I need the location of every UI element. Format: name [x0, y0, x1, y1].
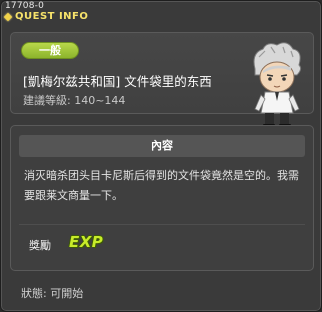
quest-description: 消灭暗杀团头目卡尼斯后得到的文件袋竟然是空的。我需要跟莱文商量一下。 — [24, 169, 299, 202]
quest-info-window: 17708-0 QUEST INFO 一般 [凱梅尔兹共和国] 文件袋里的东西 … — [0, 0, 322, 312]
quest-summary-card: 一般 [凱梅尔兹共和国] 文件袋里的东西 建議等級: 140~144 — [10, 32, 314, 128]
quest-diamond-icon — [3, 12, 13, 22]
exp-reward-icon[interactable]: EXP — [69, 233, 103, 251]
content-header: 內容 — [19, 135, 305, 157]
window-title: QUEST INFO — [15, 11, 89, 22]
quest-name: [凱梅尔兹共和国] 文件袋里的东西 — [23, 74, 212, 89]
recommended-level: 建議等級: 140~144 — [23, 94, 126, 107]
reward-label: 獎勵 — [29, 239, 51, 252]
category-badge: 一般 — [21, 42, 79, 59]
quest-status: 狀態: 可開始 — [21, 287, 84, 300]
title-bar[interactable]: QUEST INFO — [3, 10, 89, 24]
quest-content-card: 內容 消灭暗杀团头目卡尼斯后得到的文件袋竟然是空的。我需要跟莱文商量一下。 獎勵… — [10, 125, 314, 271]
npc-portrait-icon — [253, 42, 302, 128]
reward-row: 獎勵 EXP — [19, 224, 305, 264]
